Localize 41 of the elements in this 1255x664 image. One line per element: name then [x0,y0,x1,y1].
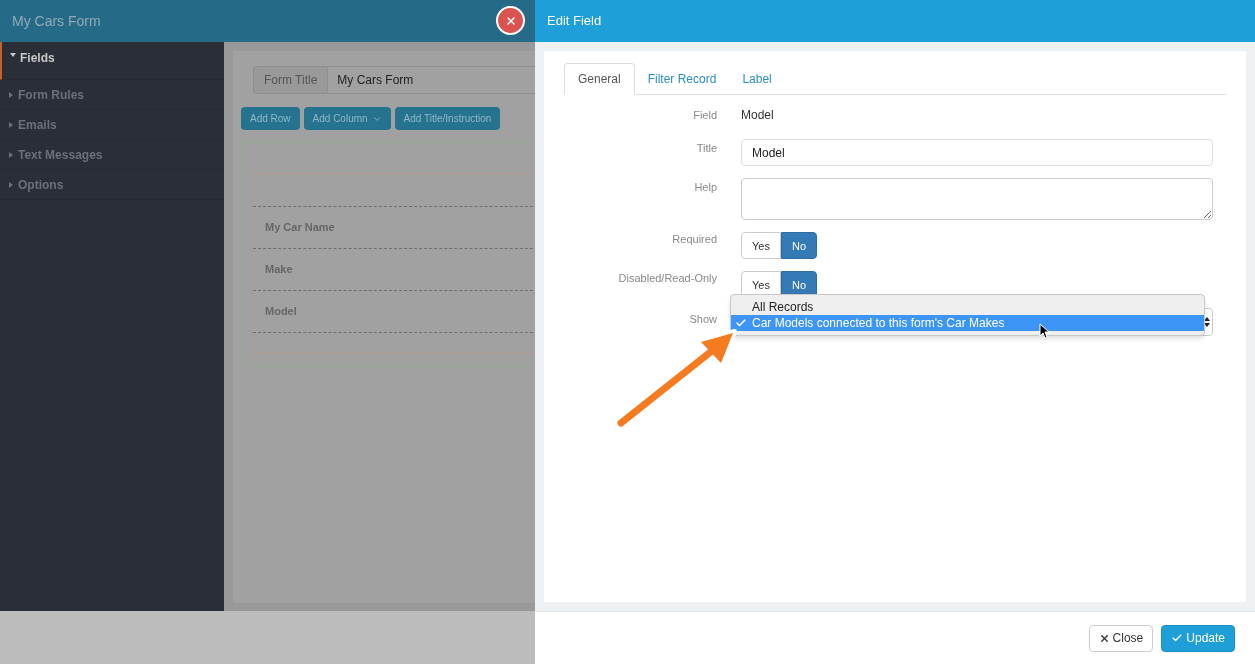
toolbar-button[interactable]: Add Column [303,107,391,130]
form-title-field[interactable]: My Cars Form [328,66,535,94]
toolbar-button[interactable]: Add Row [241,107,300,130]
tab[interactable]: Label [729,63,785,94]
close-icon [1098,632,1110,644]
tab[interactable]: General [564,63,635,95]
toggle-option[interactable]: No [780,232,817,259]
form-row-label[interactable]: Make [265,261,293,278]
update-button[interactable]: Update [1161,624,1235,652]
toggle-option[interactable]: Yes [741,232,781,259]
field-value: Model [741,108,774,122]
field-label: Title [695,141,717,155]
form-row-label[interactable]: Model [265,303,297,320]
field-label: Disabled/Read-Only [617,271,717,285]
help-field[interactable] [741,178,1213,220]
check-icon [735,317,747,329]
field-label: Required [671,232,717,246]
caret-right-icon [8,150,14,159]
app-title: My Cars Form [12,11,101,31]
close-button[interactable]: Close [1088,624,1154,652]
close-icon [504,14,517,27]
field-label: Field [692,108,717,122]
check-icon [1171,632,1184,644]
caret-right-icon [8,90,14,99]
title-field[interactable]: Model [741,139,1213,166]
caret-right-icon [8,180,14,189]
toolbar-button[interactable]: Add Title/Instruction [394,107,501,130]
option-label: All Records [752,300,814,314]
caret-right-icon [8,120,14,129]
field-label: Help [693,180,717,194]
tab[interactable]: Filter Record [634,63,730,94]
option-label: Car Models connected to this form's Car Makes [752,316,1005,330]
cursor-icon [1039,323,1050,339]
select-arrows-icon [1204,317,1210,327]
dropdown-option[interactable]: Car Models connected to this form's Car Makes [731,315,1204,331]
field-label: Show [688,312,717,326]
dropdown-option[interactable]: All Records [731,299,1204,315]
input-label: Form Title [253,66,329,94]
form-row-label[interactable]: My Car Name [265,219,335,236]
caret-down-icon [10,51,16,59]
panel-title: Edit Field [547,12,602,31]
